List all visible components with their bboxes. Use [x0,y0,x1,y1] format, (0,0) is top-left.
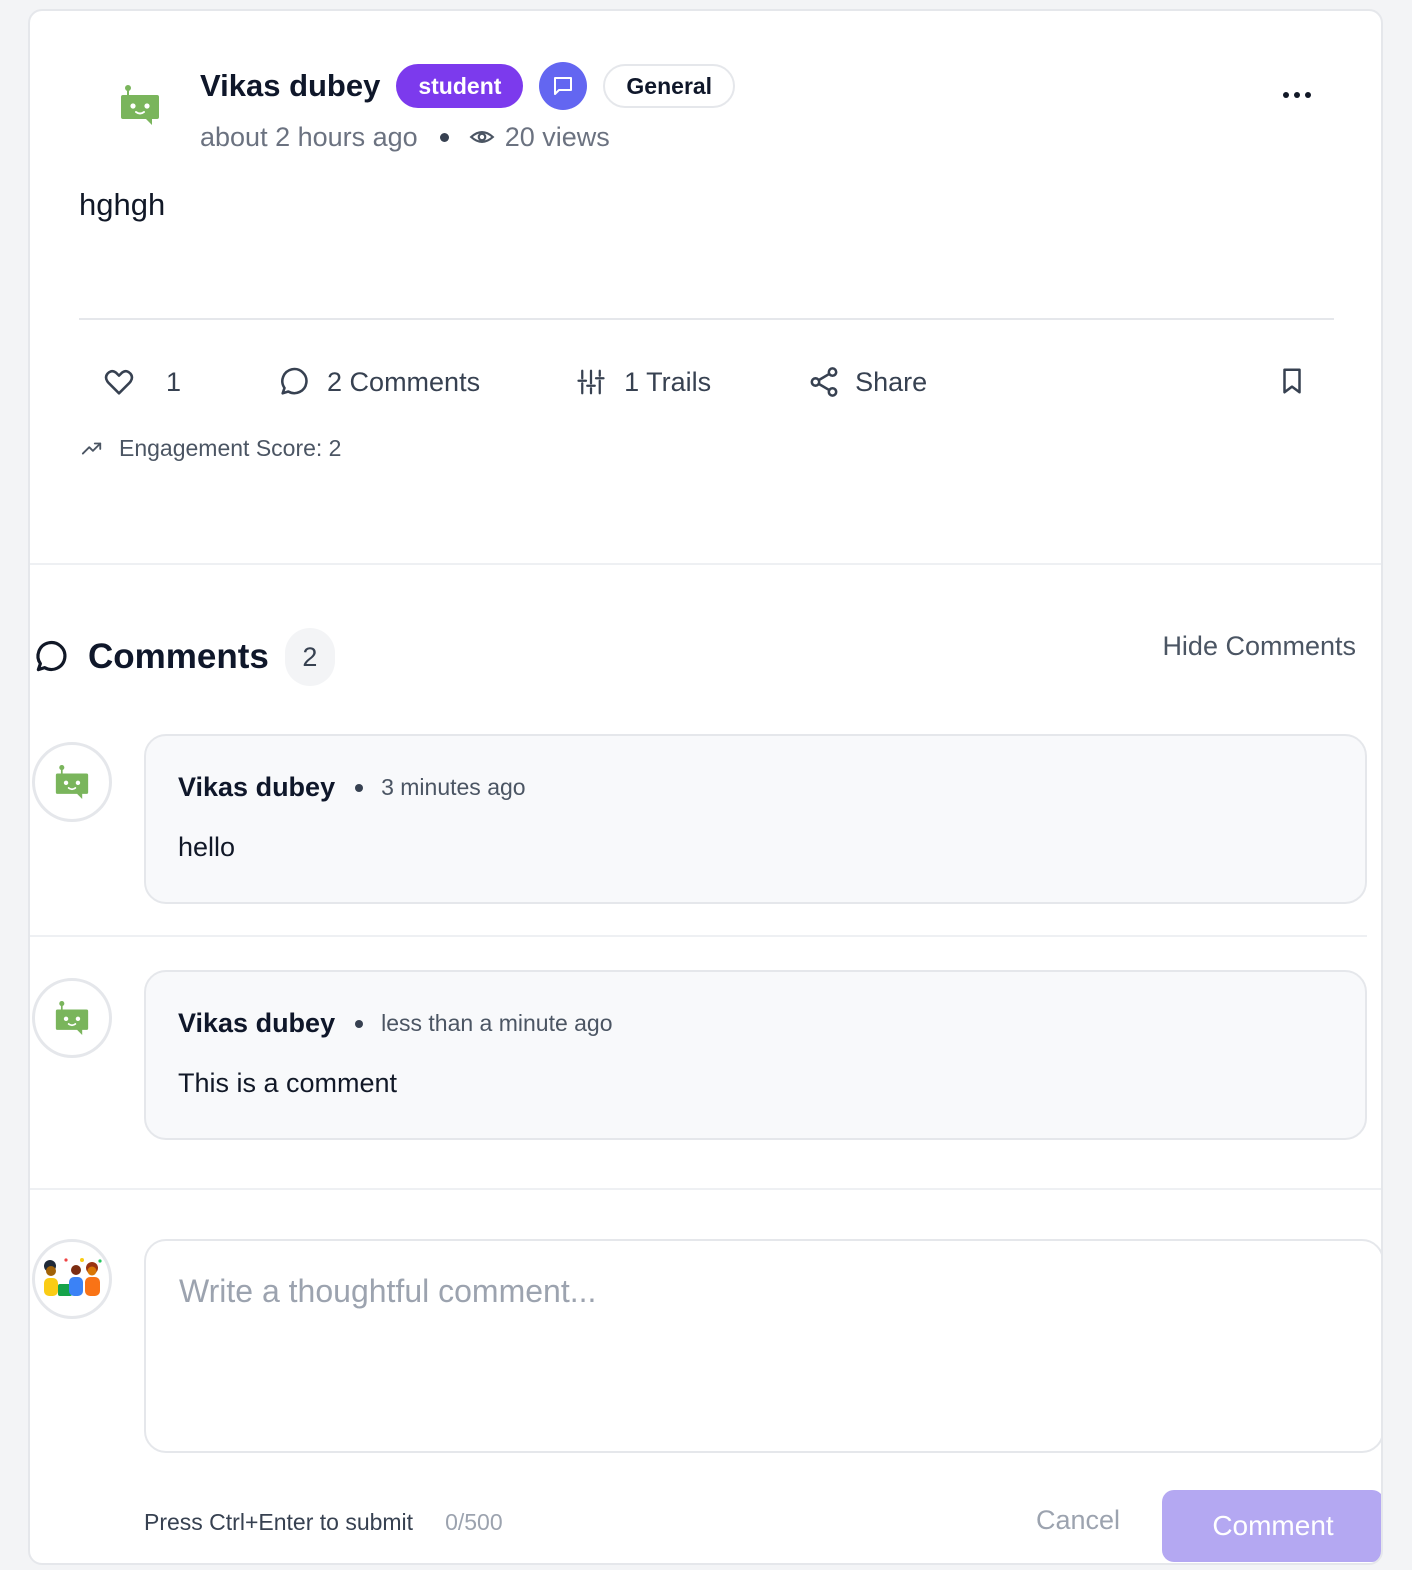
share-label: Share [855,366,928,397]
comments-title: Comments [88,637,269,676]
post-type-badge [539,62,588,110]
comments-count-badge: 2 [284,628,335,686]
sliders-icon [577,369,605,395]
comment-author-avatar[interactable] [32,978,112,1058]
engagement-score: Engagement Score: 2 [79,435,341,462]
comment-item: Vikas dubey less than a minute ago This … [144,970,1367,1140]
like-button[interactable]: 1 [102,365,181,399]
robot-avatar-icon [55,1001,89,1035]
comment-header: Vikas dubey less than a minute ago [178,1008,613,1039]
post-author-name[interactable]: Vikas dubey [200,68,380,104]
comments-count-label: 2 Comments [327,366,481,397]
comments-button[interactable]: 2 Comments [277,365,480,399]
submit-hint: Press Ctrl+Enter to submit [144,1509,414,1535]
more-horizontal-icon [1283,92,1311,98]
message-circle-icon [281,367,308,395]
current-user-avatar[interactable] [32,1239,112,1319]
post-card: Vikas dubey student General about 2 hour… [28,9,1383,1565]
comments-header: Comments 2 [32,627,335,687]
post-meta: about 2 hours ago 20 views [200,117,610,157]
robot-avatar-icon [121,85,159,125]
share-icon [810,367,838,397]
heart-icon [104,369,134,395]
bookmark-button[interactable] [1277,364,1307,403]
submit-comment-button[interactable]: Comment [1162,1490,1381,1562]
view-count-label: 20 views [504,121,610,152]
divider [79,318,1334,320]
bookmark-icon [1283,368,1301,394]
view-count: 20 views [469,122,610,153]
post-timestamp: about 2 hours ago [200,121,418,152]
divider [30,935,1367,937]
message-circle-icon [36,640,67,672]
share-button[interactable]: Share [807,365,927,399]
trending-up-icon [81,442,102,454]
post-author-avatar[interactable] [108,73,172,137]
trails-button[interactable]: 1 Trails [576,366,711,398]
role-badge: student [396,64,524,108]
comment-timestamp: 3 minutes ago [381,774,526,800]
comment-timestamp: less than a minute ago [381,1010,613,1036]
comment-author-avatar[interactable] [32,742,112,822]
people-avatar-icon [44,1258,102,1296]
comment-header: Vikas dubey 3 minutes ago [178,772,526,803]
character-count: 0/500 [445,1509,503,1535]
comment-text: hello [178,832,236,862]
divider [30,1188,1381,1190]
meta-separator [355,1019,364,1028]
cancel-button[interactable]: Cancel [1036,1505,1120,1536]
robot-avatar-icon [55,765,89,799]
post-action-bar: 1 2 Comments 1 Trails Share [102,358,927,406]
post-options-button[interactable] [1275,77,1319,113]
comment-item: Vikas dubey 3 minutes ago hello [144,734,1367,904]
divider [30,563,1381,565]
message-square-icon [554,77,573,95]
eye-icon [469,131,495,143]
engagement-score-label: Engagement Score: 2 [119,435,342,461]
comment-input[interactable] [144,1239,1381,1453]
meta-separator [355,783,364,792]
post-author-row: Vikas dubey student General [200,62,736,110]
hide-comments-button[interactable]: Hide Comments [1162,631,1356,662]
category-chip[interactable]: General [603,64,736,108]
composer-footer: Press Ctrl+Enter to submit 0/500 [144,1509,503,1536]
comment-author-name[interactable]: Vikas dubey [178,1008,335,1039]
like-count: 1 [166,366,182,397]
post-body: hghgh [79,187,166,222]
meta-separator [439,132,449,142]
trails-label: 1 Trails [624,366,712,397]
comment-text: This is a comment [178,1068,398,1098]
comment-author-name[interactable]: Vikas dubey [178,772,335,803]
